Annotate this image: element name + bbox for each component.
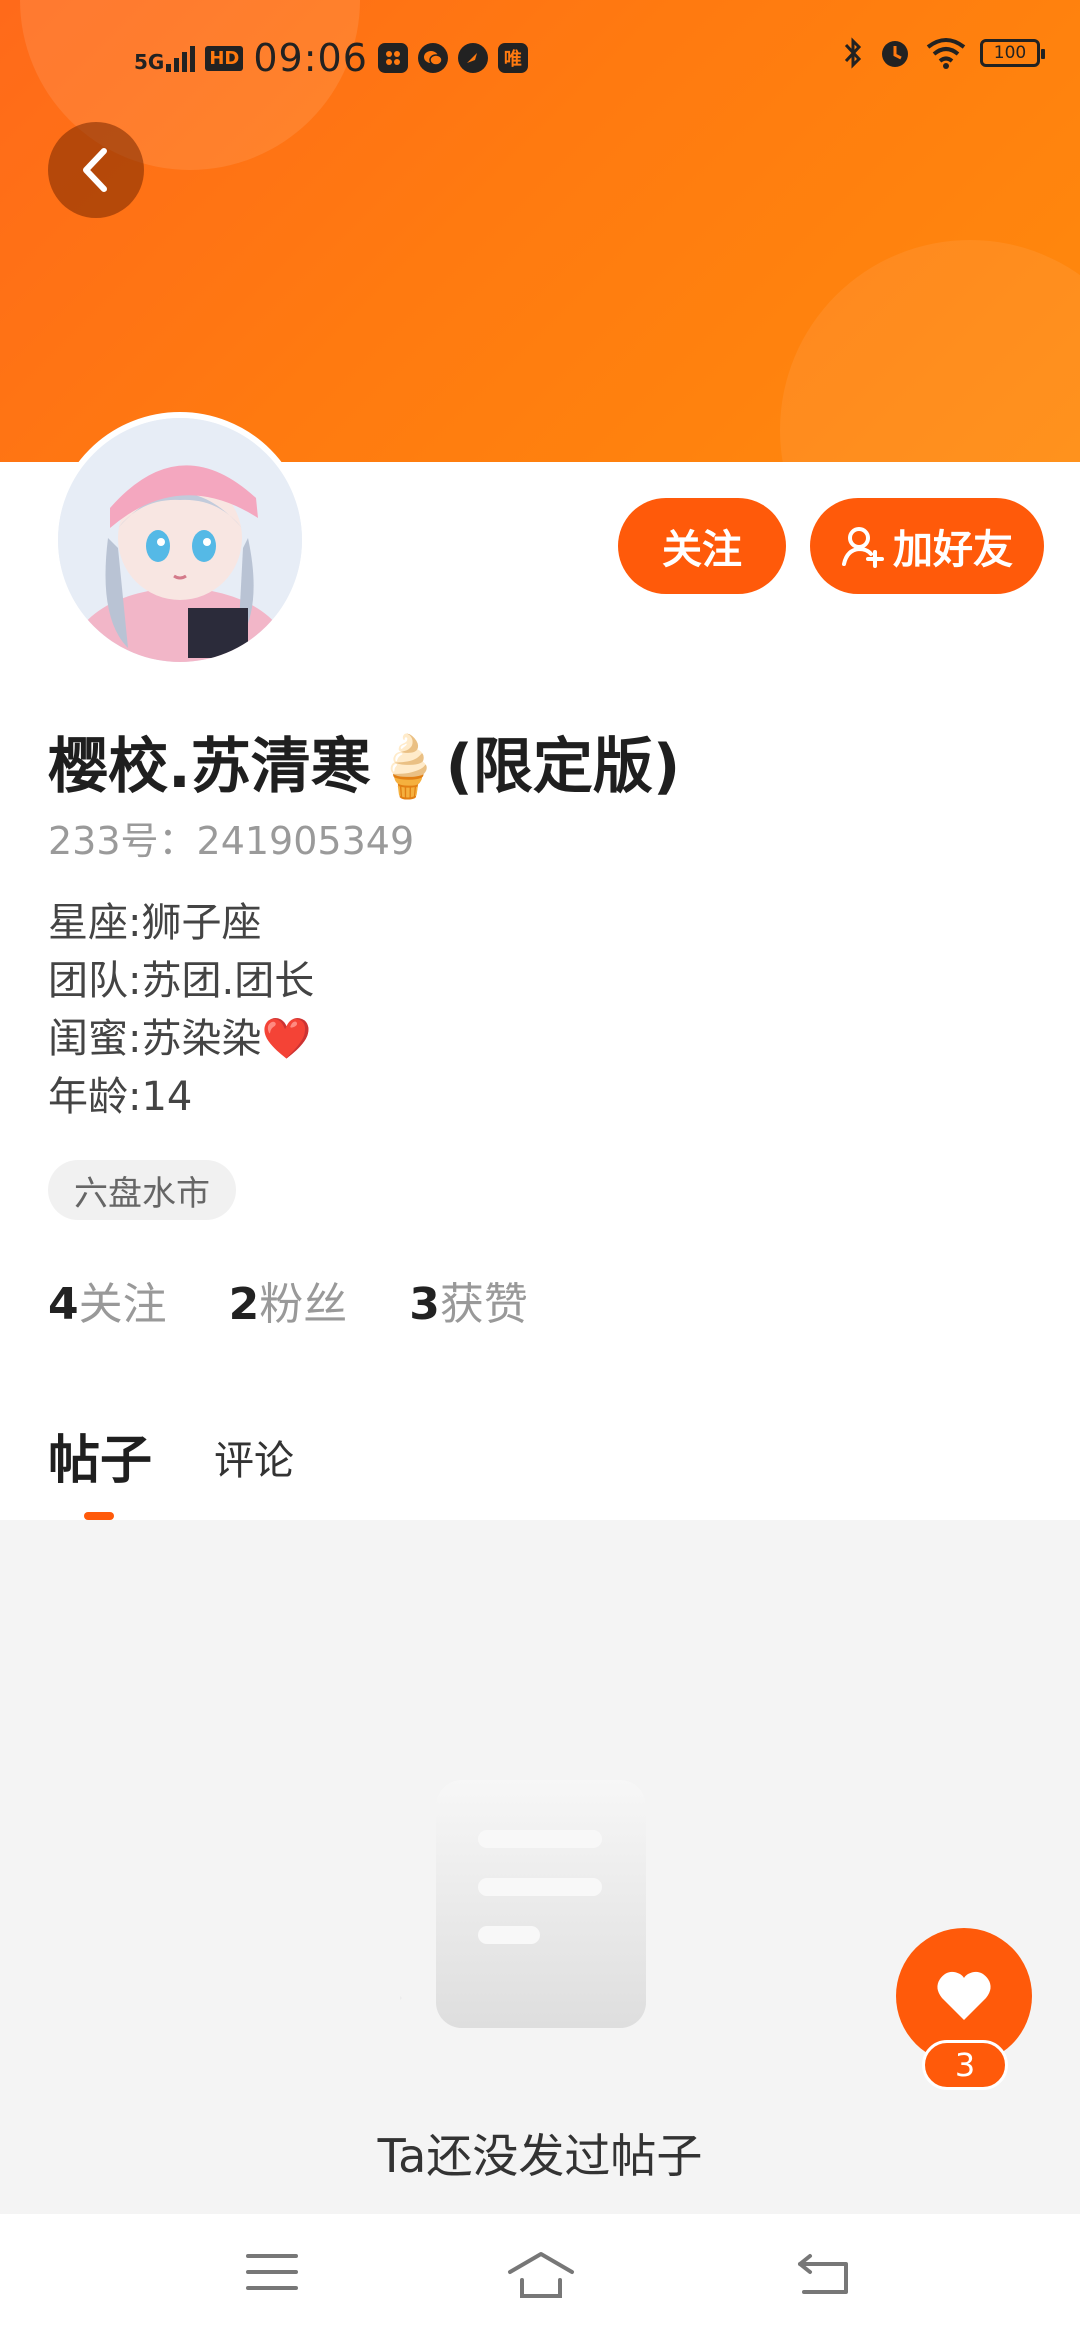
user-id-value: 241905349	[196, 819, 415, 863]
chevron-left-icon	[83, 148, 107, 192]
bio-line: 星座:狮子座	[48, 900, 262, 946]
vip-app-icon: 唯	[497, 43, 528, 73]
location-tag[interactable]: 六盘水市	[48, 1160, 236, 1220]
user-id-label: 233号：	[48, 819, 197, 863]
stat-following[interactable]: 4关注	[48, 1268, 167, 1332]
add-user-icon	[842, 527, 884, 568]
tab-posts[interactable]: 帖子	[48, 1418, 152, 1493]
app-notification-icon	[377, 43, 408, 73]
status-time: 09:06	[253, 36, 368, 80]
tab-active-indicator	[84, 1512, 114, 1520]
profile-bio: 星座:狮子座 团队:苏团.团长 闺蜜:苏染染❤️ 年龄:14	[48, 894, 314, 1126]
tab-comments[interactable]: 评论	[214, 1428, 294, 1486]
heart-icon	[937, 1971, 991, 2020]
user-id: 233号：241905349	[48, 810, 414, 865]
back-button[interactable]	[48, 122, 144, 218]
banner-decoration	[780, 240, 1080, 462]
back-nav-icon[interactable]	[796, 2250, 852, 2296]
follow-button-label: 关注	[662, 527, 742, 573]
wifi-icon	[926, 38, 966, 69]
bio-line: 闺蜜:苏染染❤️	[48, 1016, 312, 1062]
wechat-icon	[417, 43, 448, 73]
hd-badge: HD	[205, 45, 244, 71]
bluetooth-icon	[844, 37, 862, 69]
profile-name: 樱校.苏清寒🍦(限定版)	[48, 732, 681, 802]
bio-line: 团队:苏团.团长	[48, 958, 315, 1004]
follow-button[interactable]: 关注	[618, 498, 786, 594]
speed-icon	[457, 43, 488, 73]
battery-icon: 100	[980, 39, 1045, 67]
status-bar: 5G HD 09:06 唯 100	[0, 30, 1080, 92]
empty-state-text: Ta还没发过帖子	[377, 2129, 703, 2183]
avatar[interactable]	[52, 412, 308, 668]
add-friend-button[interactable]: 加好友	[810, 498, 1044, 594]
stat-followers[interactable]: 2粉丝	[229, 1268, 348, 1332]
home-icon[interactable]	[506, 2250, 576, 2300]
empty-document-icon	[400, 1780, 646, 2028]
menu-icon[interactable]	[246, 2250, 298, 2294]
alarm-icon	[882, 41, 908, 67]
avatar-illustration	[58, 418, 302, 662]
cellular-signal-icon: 5G	[134, 44, 196, 72]
posts-content-area: Ta还没发过帖子	[0, 1520, 1080, 2214]
profile-page: 5G HD 09:06 唯 100 关注 加好友 樱校.苏清寒🍦(限定版) 23…	[0, 0, 1080, 2340]
system-nav-bar	[0, 2214, 1080, 2340]
add-friend-button-label: 加好友	[893, 527, 1013, 573]
like-count-badge: 3	[922, 2040, 1008, 2090]
bio-line: 年龄:14	[48, 1074, 193, 1120]
stat-likes[interactable]: 3获赞	[409, 1268, 528, 1332]
profile-stats: 4关注 2粉丝 3获赞	[48, 1268, 528, 1332]
